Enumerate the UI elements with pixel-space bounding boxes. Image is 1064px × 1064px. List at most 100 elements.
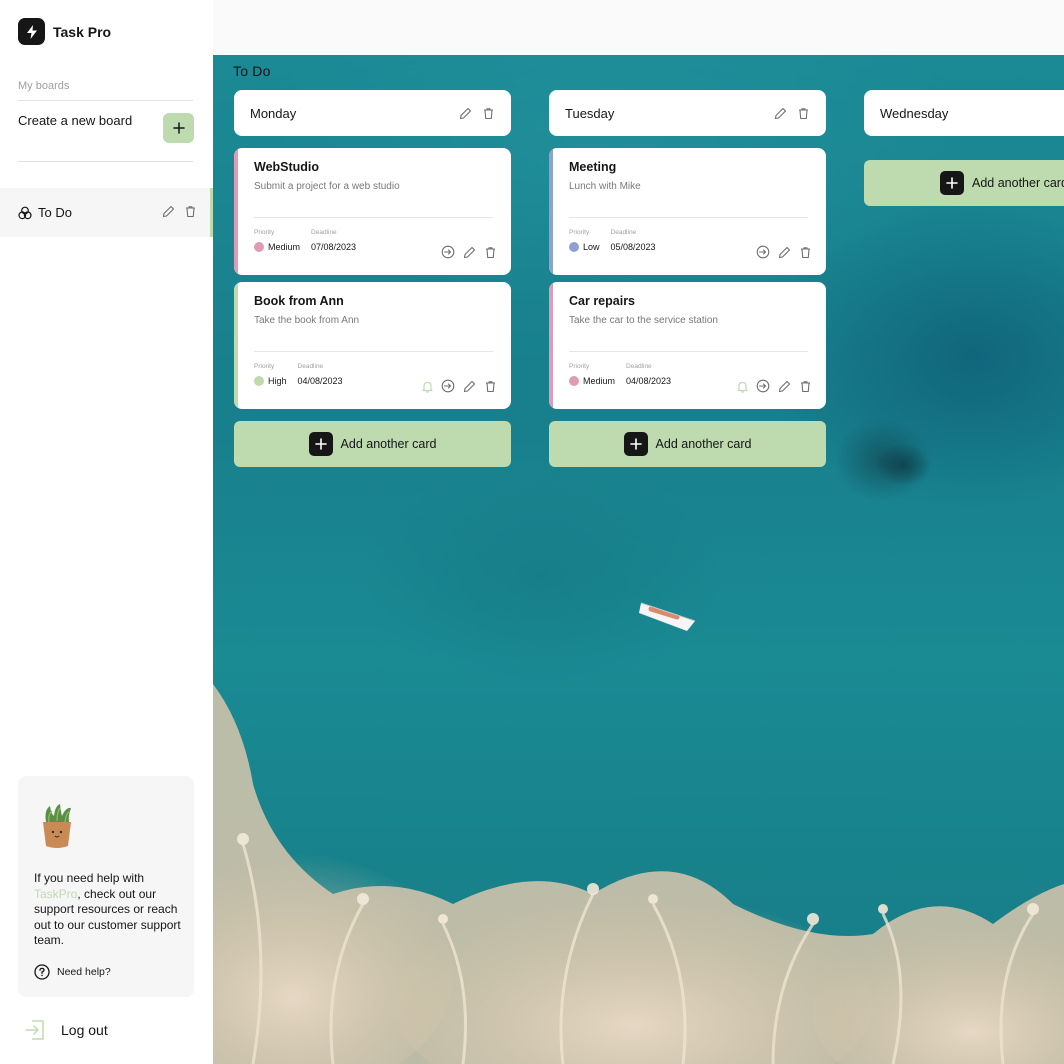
trash-icon[interactable] xyxy=(798,245,812,259)
move-arrow-icon[interactable] xyxy=(756,245,770,259)
bell-icon xyxy=(735,379,749,393)
priority-dot xyxy=(254,242,264,252)
create-board-label: Create a new board xyxy=(18,113,133,128)
pencil-icon[interactable] xyxy=(462,245,476,259)
help-panel: If you need help with TaskPro, check out… xyxy=(18,776,194,997)
card-description: Lunch with Mike xyxy=(569,181,641,192)
priority-bar xyxy=(549,148,553,275)
priority-bar xyxy=(234,282,238,409)
divider xyxy=(18,100,193,101)
trash-icon[interactable] xyxy=(483,245,497,259)
task-card[interactable]: Book from Ann Take the book from Ann Pri… xyxy=(234,282,511,409)
need-help-label: Need help? xyxy=(57,966,111,978)
trash-icon[interactable] xyxy=(796,106,810,120)
divider xyxy=(254,351,493,352)
card-title: Car repairs xyxy=(569,294,636,308)
column-monday: Monday WebStudio Submit a project for a … xyxy=(234,90,511,467)
column-title: Tuesday xyxy=(565,105,615,121)
deadline-value: 04/08/2023 xyxy=(626,376,672,386)
priority-label: Priority xyxy=(254,363,275,370)
sidebar-item-label: To Do xyxy=(38,205,72,220)
pencil-icon[interactable] xyxy=(777,245,791,259)
deadline-value: 05/08/2023 xyxy=(610,242,656,252)
column-tuesday: Tuesday Meeting Lunch with Mike Priority… xyxy=(549,90,826,467)
trash-icon[interactable] xyxy=(483,379,497,393)
background-shore-image xyxy=(213,684,1064,1064)
trash-icon[interactable] xyxy=(481,106,495,120)
column-header: Tuesday xyxy=(549,90,826,136)
trash-icon[interactable] xyxy=(183,204,197,218)
card-description: Take the book from Ann xyxy=(254,315,360,326)
pencil-icon[interactable] xyxy=(777,379,791,393)
plus-icon xyxy=(940,171,964,195)
taskpro-link[interactable]: TaskPro xyxy=(34,887,77,901)
priority-value: Low xyxy=(583,242,600,252)
logout-button[interactable]: Log out xyxy=(24,1018,108,1042)
cactus-plant-image xyxy=(43,804,71,848)
move-arrow-icon[interactable] xyxy=(756,379,770,393)
column-wednesday: Wednesday Add another card xyxy=(864,90,1064,206)
priority-label: Priority xyxy=(254,229,275,236)
task-card[interactable]: Meeting Lunch with Mike Priority Low Dea… xyxy=(549,148,826,275)
divider xyxy=(18,161,193,162)
logo[interactable]: Task Pro xyxy=(18,18,111,45)
plus-icon xyxy=(623,432,648,456)
add-card-button[interactable]: Add another card xyxy=(864,160,1064,206)
add-card-button[interactable]: Add another card xyxy=(234,421,511,467)
priority-bar xyxy=(549,282,553,409)
column-header: Wednesday xyxy=(864,90,1064,136)
card-description: Take the car to the service station xyxy=(569,315,718,326)
create-board-button[interactable] xyxy=(163,113,194,143)
divider xyxy=(569,217,808,218)
priority-value: Medium xyxy=(583,376,616,386)
help-text: If you need help with TaskPro, check out… xyxy=(34,871,181,947)
deadline-value: 04/08/2023 xyxy=(297,376,343,386)
deadline-label: Deadline xyxy=(626,363,652,370)
deadline-label: Deadline xyxy=(610,229,637,236)
priority-value: High xyxy=(268,376,287,386)
boat-image xyxy=(639,602,696,631)
move-arrow-icon[interactable] xyxy=(441,245,455,259)
trash-icon[interactable] xyxy=(798,379,812,393)
three-circles-icon xyxy=(18,206,32,220)
column-title: Wednesday xyxy=(880,105,949,121)
column-header: Monday xyxy=(234,90,511,136)
card-title: Book from Ann xyxy=(254,294,344,308)
my-boards-label: My boards xyxy=(18,80,70,92)
sidebar-item-to-do[interactable]: To Do xyxy=(0,188,213,237)
board-title: To Do xyxy=(233,63,271,79)
bell-icon xyxy=(420,379,434,393)
app-name: Task Pro xyxy=(53,23,112,40)
deadline-value: 07/08/2023 xyxy=(311,242,357,252)
deadline-label: Deadline xyxy=(297,363,324,370)
add-card-button[interactable]: Add another card xyxy=(549,421,826,467)
need-help-button[interactable]: Need help? xyxy=(34,964,111,980)
card-description: Submit a project for a web studio xyxy=(254,181,400,192)
priority-dot xyxy=(569,242,579,252)
priority-label: Priority xyxy=(569,363,590,370)
card-title: WebStudio xyxy=(254,160,320,174)
pencil-icon[interactable] xyxy=(773,106,787,120)
column-title: Monday xyxy=(250,105,297,121)
add-card-label: Add another card xyxy=(972,176,1064,190)
add-card-label: Add another card xyxy=(655,437,752,451)
priority-value: Medium xyxy=(268,242,301,252)
priority-label: Priority xyxy=(569,229,590,236)
plus-icon xyxy=(172,122,185,134)
header xyxy=(213,0,1064,55)
plus-icon xyxy=(308,432,333,456)
logout-icon xyxy=(25,1020,44,1040)
pencil-icon[interactable] xyxy=(161,204,175,218)
question-circle-icon xyxy=(34,964,50,980)
priority-dot xyxy=(254,376,264,386)
task-card[interactable]: WebStudio Submit a project for a web stu… xyxy=(234,148,511,275)
divider xyxy=(569,351,808,352)
board-area: To Do Monday WebStudio Submit a project … xyxy=(213,55,1064,1064)
task-card[interactable]: Car repairs Take the car to the service … xyxy=(549,282,826,409)
deadline-label: Deadline xyxy=(311,229,337,236)
pencil-icon[interactable] xyxy=(458,106,472,120)
add-card-label: Add another card xyxy=(340,437,437,451)
move-arrow-icon[interactable] xyxy=(441,379,455,393)
card-title: Meeting xyxy=(569,160,617,174)
pencil-icon[interactable] xyxy=(462,379,476,393)
